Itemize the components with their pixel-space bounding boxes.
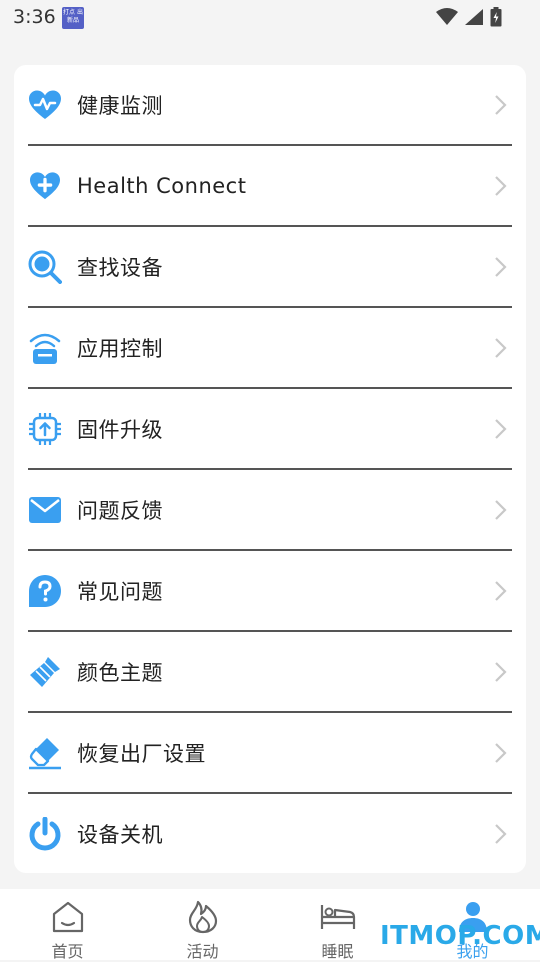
menu-item-color-theme[interactable]: 颜色主题 <box>28 632 512 712</box>
notification-app-icon: 打点 出新品 <box>62 7 84 29</box>
heart-pulse-icon <box>28 88 62 122</box>
menu-item-power-off[interactable]: 设备关机 <box>28 794 512 874</box>
flame-icon <box>188 900 217 934</box>
menu-item-factory-reset[interactable]: 恢复出厂设置 <box>28 713 512 793</box>
menu-item-find-device[interactable]: 查找设备 <box>28 227 512 307</box>
menu-item-label: 固件升级 <box>77 418 163 442</box>
menu-item-health-connect[interactable]: Health Connect <box>28 146 512 226</box>
menu-item-label: 问题反馈 <box>77 499 163 523</box>
chevron-right-icon <box>495 581 507 601</box>
menu-item-label: Health Connect <box>77 174 247 198</box>
menu-item-label: 恢复出厂设置 <box>77 742 206 766</box>
nav-item-home[interactable]: 首页 <box>0 889 135 961</box>
menu-item-label: 常见问题 <box>77 580 163 604</box>
nav-label: 首页 <box>51 942 84 961</box>
home-icon <box>52 901 83 933</box>
nav-item-activity[interactable]: 活动 <box>135 889 270 961</box>
menu-item-label: 颜色主题 <box>77 661 163 685</box>
chevron-right-icon <box>495 662 507 682</box>
notification-app-icon-text: 打点 出新品 <box>63 9 83 24</box>
menu-item-label: 健康监测 <box>77 94 163 118</box>
menu-item-label: 设备关机 <box>77 823 163 847</box>
chip-upload-icon <box>28 412 62 446</box>
menu-item-label: 查找设备 <box>77 256 163 280</box>
chevron-right-icon <box>495 338 507 358</box>
menu-item-label: 应用控制 <box>77 337 163 361</box>
wifi-icon <box>436 8 458 25</box>
menu-item-health-monitoring[interactable]: 健康监测 <box>28 65 512 145</box>
status-bar: 3:36 打点 出新品 <box>0 0 540 36</box>
question-bubble-icon <box>28 574 62 608</box>
signal-icon <box>465 9 483 25</box>
watermark: ITMOP.COM <box>380 921 540 951</box>
power-icon <box>28 817 62 851</box>
status-icons <box>436 7 502 27</box>
bed-icon <box>320 905 355 929</box>
chevron-right-icon <box>495 824 507 844</box>
wifi-box-icon <box>28 331 62 365</box>
nav-label: 活动 <box>186 942 219 961</box>
heart-plus-icon <box>28 169 62 203</box>
paint-brush-icon <box>28 655 62 689</box>
menu-item-feedback[interactable]: 问题反馈 <box>28 470 512 550</box>
menu-card: 健康监测 Health Connect 查找设备 应用控制 固件升级 问题反馈 … <box>14 65 526 873</box>
eraser-icon <box>28 736 62 770</box>
status-time: 3:36 <box>13 6 56 28</box>
mail-icon <box>28 493 62 527</box>
chevron-right-icon <box>495 257 507 277</box>
chevron-right-icon <box>495 743 507 763</box>
menu-item-firmware-upgrade[interactable]: 固件升级 <box>28 389 512 469</box>
chevron-right-icon <box>495 419 507 439</box>
search-icon <box>28 250 62 284</box>
menu-item-faq[interactable]: 常见问题 <box>28 551 512 631</box>
battery-icon <box>490 7 502 27</box>
chevron-right-icon <box>495 95 507 115</box>
chevron-right-icon <box>495 500 507 520</box>
menu-item-app-control[interactable]: 应用控制 <box>28 308 512 388</box>
chevron-right-icon <box>495 176 507 196</box>
